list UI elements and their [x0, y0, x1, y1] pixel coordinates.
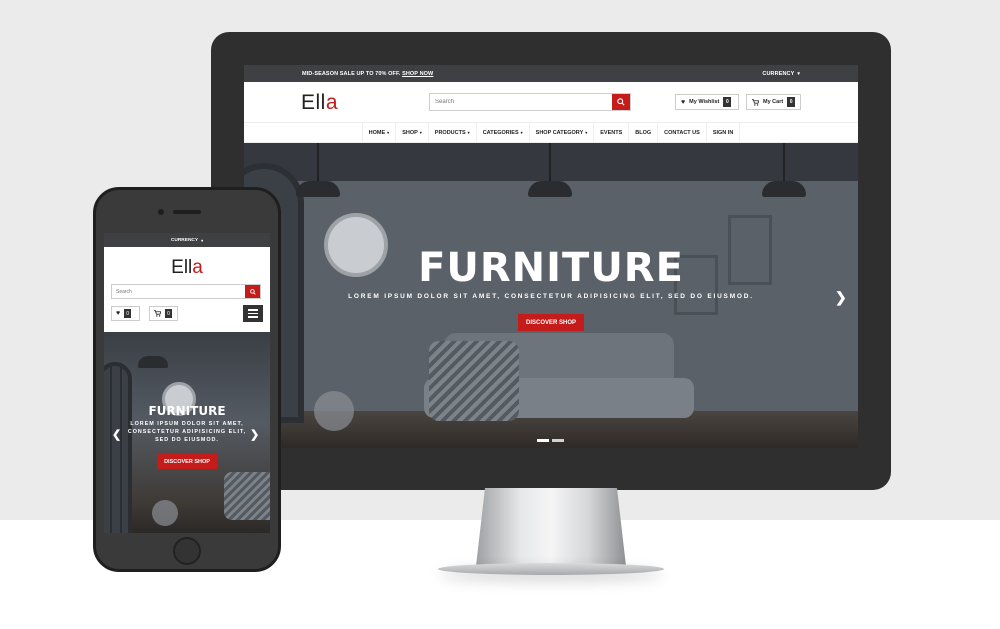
menu-bar [248, 309, 258, 311]
chevron-right-icon[interactable]: ❯ [250, 428, 259, 441]
mobile-discover-shop-button[interactable]: DISCOVER SHOP [157, 454, 217, 469]
mobile-topbar[interactable]: CURRENCY ▾ [104, 233, 270, 247]
chevron-down-icon: ▾ [387, 130, 390, 135]
hero-slider: FURNITURE LOREM IPSUM DOLOR SIT AMET, CO… [244, 143, 858, 448]
mobile-hero-slider: FURNITURE LOREM IPSUM DOLOR SIT AMET, CO… [104, 332, 270, 533]
sofa-image [424, 333, 694, 433]
search-input[interactable] [430, 94, 612, 110]
menu-bar [248, 312, 258, 315]
cart-count: 0 [787, 97, 796, 107]
mobile-hero-title: FURNITURE [148, 404, 226, 418]
search-icon [249, 288, 256, 295]
currency-label: CURRENCY [762, 70, 795, 77]
search-bar [429, 93, 631, 111]
cart-count: 0 [165, 309, 172, 318]
nav-item-label: BLOG [635, 129, 652, 136]
discover-shop-button[interactable]: DISCOVER SHOP [518, 314, 584, 331]
logo-accent: a [192, 257, 203, 278]
cart-label: My Cart [763, 99, 784, 105]
hero-ceiling [244, 143, 858, 181]
promo-banner: MID-SEASON SALE UP TO 70% OFF. SHOP NOW [302, 71, 433, 77]
monitor-base [438, 563, 664, 575]
hero-window-arch [104, 362, 132, 533]
logo-text: Ell [301, 91, 326, 114]
heart-icon: ♥ [116, 310, 121, 317]
mobile-search-input[interactable] [112, 285, 245, 298]
nav-item-label: SHOP [402, 129, 418, 136]
nav-item-label: EVENTS [600, 129, 623, 136]
desktop-topbar: MID-SEASON SALE UP TO 70% OFF. SHOP NOW … [244, 65, 858, 82]
nav-item-label: PRODUCTS [434, 129, 466, 136]
pendant-lamp [296, 143, 340, 197]
phone-speaker [173, 210, 201, 214]
slider-pagination [537, 439, 564, 442]
nav-item-label: HOME [368, 129, 386, 136]
desktop-header: Ella ♥ My Wishlist 0 My Cart 0 [244, 82, 858, 122]
logo-accent: a [325, 91, 339, 114]
pendant-lamp [762, 143, 806, 197]
mobile-screen: CURRENCY ▾ Ella ♥ 0 0 FURNITURE LOREM IP… [104, 233, 270, 533]
nav-item-sign-in[interactable]: SIGN IN [705, 122, 741, 143]
phone-home-button [173, 537, 201, 565]
wishlist-count: 0 [124, 309, 132, 318]
currency-label: CURRENCY [170, 237, 199, 243]
search-icon [617, 98, 625, 106]
wishlist-count: 0 [723, 97, 732, 107]
wishlist-label: My Wishlist [689, 99, 720, 105]
menu-bar [248, 316, 258, 318]
currency-selector[interactable]: CURRENCY ▾ [762, 71, 800, 77]
nav-item-label: SIGN IN [712, 129, 734, 136]
nav-item-contact-us[interactable]: CONTACT US [657, 122, 706, 143]
chevron-down-icon: ▾ [467, 130, 470, 135]
nav-item-label: CONTACT US [664, 129, 700, 136]
promo-text: MID-SEASON SALE UP TO 70% OFF. [302, 70, 401, 77]
pendant-lamp [138, 356, 168, 368]
mobile-logo[interactable]: Ella [104, 257, 270, 279]
phone-camera [158, 209, 164, 215]
vase-decor [314, 391, 354, 431]
heart-icon: ♥ [681, 98, 686, 106]
nav-item-events[interactable]: EVENTS [593, 122, 628, 143]
sofa-throw [429, 341, 519, 421]
mobile-search-bar [111, 284, 261, 299]
wishlist-button[interactable]: ♥ My Wishlist 0 [675, 94, 739, 110]
nav-item-home[interactable]: HOME ▾ [361, 122, 396, 143]
hamburger-menu-icon[interactable] [243, 305, 263, 322]
mobile-cart-button[interactable]: 0 [149, 306, 178, 321]
nav-item-label: SHOP CATEGORY [535, 129, 584, 136]
site-logo[interactable]: Ella [301, 91, 338, 115]
cart-icon [154, 310, 161, 317]
chevron-left-icon[interactable]: ❮ [112, 428, 121, 441]
mobile-search-button[interactable] [245, 285, 260, 298]
nav-item-label: CATEGORIES [482, 129, 519, 136]
pendant-lamp [528, 143, 572, 197]
vase-decor [152, 500, 178, 526]
chevron-down-icon: ▾ [797, 70, 800, 77]
chevron-down-icon: ▾ [419, 130, 422, 135]
search-button[interactable] [612, 94, 630, 110]
slider-dot-1[interactable] [537, 439, 549, 442]
shop-now-link[interactable]: SHOP NOW [402, 71, 433, 77]
nav-item-shop-category[interactable]: SHOP CATEGORY ▾ [528, 122, 594, 143]
chevron-right-icon[interactable]: ❯ [835, 289, 847, 306]
chevron-down-icon: ▾ [201, 237, 204, 243]
desktop-screen: MID-SEASON SALE UP TO 70% OFF. SHOP NOW … [244, 65, 858, 448]
slider-dot-2[interactable] [552, 439, 564, 442]
nav-item-categories[interactable]: CATEGORIES ▾ [475, 122, 529, 143]
cart-icon [752, 98, 759, 106]
sofa-image [224, 472, 270, 520]
monitor-stand [476, 488, 626, 566]
nav-item-shop[interactable]: SHOP ▾ [395, 122, 428, 143]
logo-text: Ell [171, 257, 193, 278]
mobile-wishlist-button[interactable]: ♥ 0 [111, 306, 140, 321]
hero-subtitle: LOREM IPSUM DOLOR SIT AMET, CONSECTETUR … [348, 293, 754, 300]
chevron-down-icon: ▾ [585, 130, 588, 135]
cart-button[interactable]: My Cart 0 [746, 94, 801, 110]
mobile-hero-subtitle: LOREM IPSUM DOLOR SIT AMET, CONSECTETUR … [127, 421, 247, 443]
hero-title: FURNITURE [418, 245, 684, 291]
chevron-down-icon: ▾ [520, 130, 523, 135]
nav-item-blog[interactable]: BLOG [628, 122, 657, 143]
nav-item-products[interactable]: PRODUCTS ▾ [427, 122, 476, 143]
main-navigation: HOME ▾ SHOP ▾ PRODUCTS ▾ CATEGORIES ▾ SHOP C… [244, 122, 858, 143]
